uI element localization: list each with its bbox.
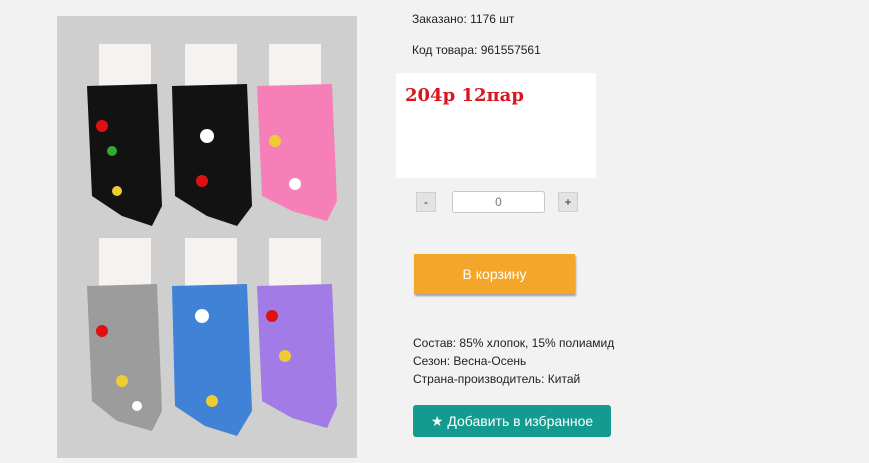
product-photo[interactable] — [57, 16, 357, 458]
add-to-favorites-button[interactable]: ★ Добавить в избранное — [413, 405, 611, 437]
spec-composition: Состав: 85% хлопок, 15% полиамид — [413, 336, 615, 350]
qty-increase-button[interactable]: + — [558, 192, 578, 212]
spec-country: Страна-производитель: Китай — [413, 372, 581, 386]
price-box: 204р 12пар — [396, 73, 596, 178]
qty-decrease-button[interactable]: - — [416, 192, 436, 212]
price: 204р 12пар — [405, 85, 524, 106]
add-to-cart-button[interactable]: В корзину — [414, 254, 575, 294]
socks-image — [57, 16, 357, 458]
spec-season: Сезон: Весна-Осень — [413, 354, 527, 368]
star-icon: ★ — [430, 413, 444, 429]
ordered-count: Заказано: 1176 шт — [412, 12, 515, 26]
product-code: Код товара: 961557561 — [412, 43, 541, 57]
quantity-input[interactable] — [452, 191, 545, 213]
favorites-label: Добавить в избранное — [447, 413, 594, 429]
